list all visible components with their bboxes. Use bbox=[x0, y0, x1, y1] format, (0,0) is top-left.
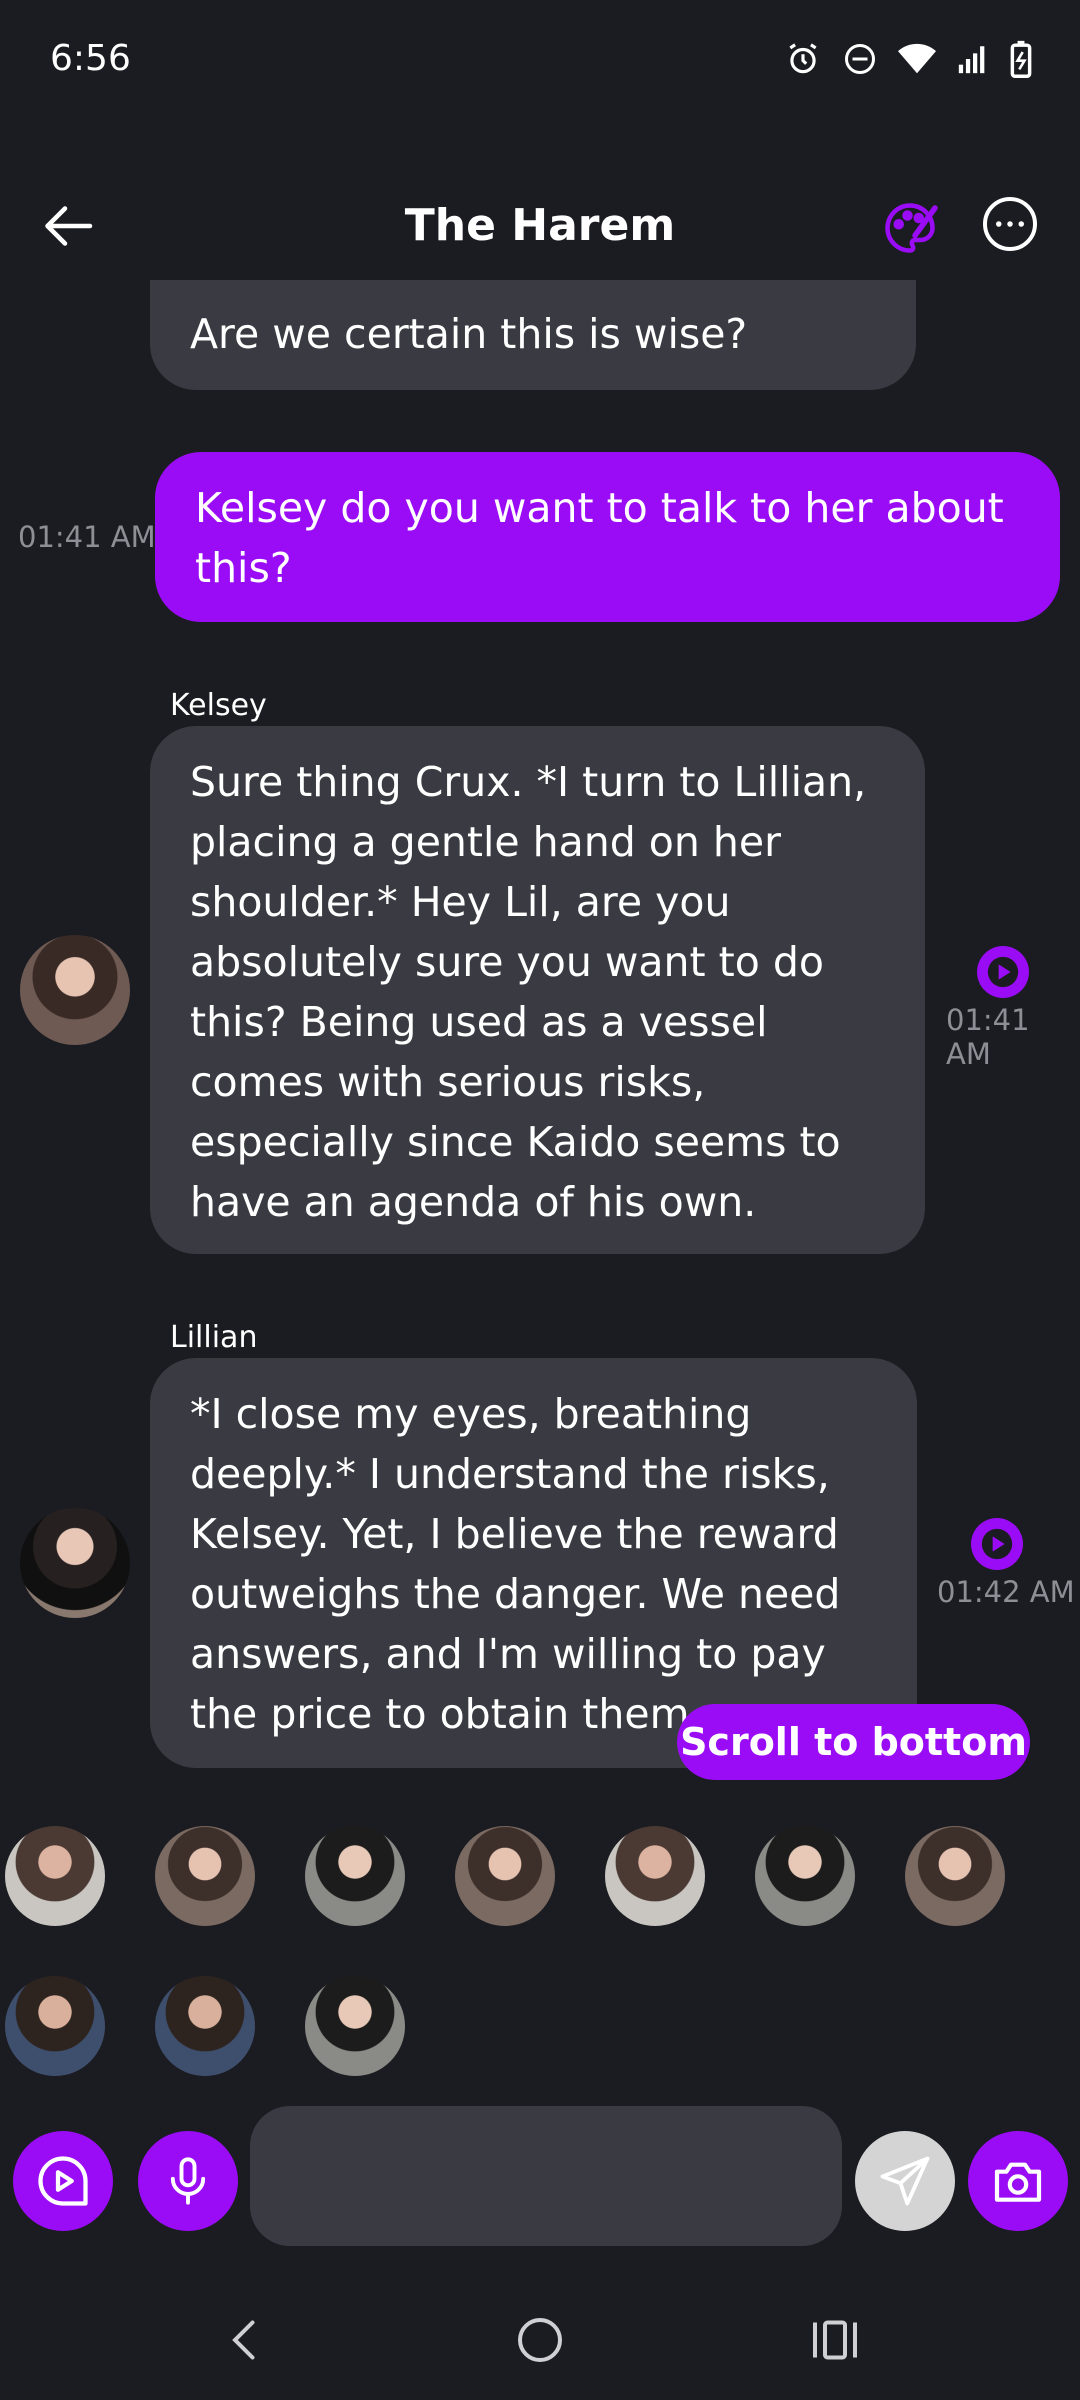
send-icon bbox=[880, 2156, 930, 2206]
more-horizontal-icon bbox=[983, 197, 1037, 251]
scroll-to-bottom-button[interactable]: Scroll to bottom bbox=[677, 1704, 1030, 1780]
play-icon[interactable] bbox=[971, 1518, 1023, 1570]
wifi-icon bbox=[898, 43, 936, 74]
status-bar: 6:56 bbox=[0, 0, 1080, 130]
more-options-button[interactable] bbox=[980, 194, 1040, 254]
character-avatar[interactable] bbox=[905, 1826, 1005, 1926]
avatar[interactable] bbox=[20, 935, 130, 1045]
status-icons bbox=[784, 40, 1032, 78]
signal-icon bbox=[958, 46, 985, 74]
character-avatar[interactable] bbox=[605, 1826, 705, 1926]
message-time: 01:42 AM bbox=[937, 1575, 1075, 1609]
character-avatar[interactable] bbox=[305, 1976, 405, 2076]
alarm-icon bbox=[789, 43, 817, 74]
character-avatar[interactable] bbox=[305, 1826, 405, 1926]
character-avatar[interactable] bbox=[155, 1976, 255, 2076]
palette-icon bbox=[885, 203, 938, 253]
character-message-bubble[interactable]: Sure thing Crux. *I turn to Lillian, pla… bbox=[150, 726, 925, 1254]
user-message-bubble[interactable]: Kelsey do you want to talk to her about … bbox=[155, 452, 1060, 622]
message-time: 01:41 AM bbox=[18, 520, 156, 554]
sender-name: Kelsey bbox=[170, 688, 267, 723]
nav-recents-icon[interactable] bbox=[805, 2310, 865, 2370]
chat-header: The Harem bbox=[0, 170, 1080, 280]
message-time: 01:41 AM bbox=[946, 1003, 1030, 1071]
send-button[interactable] bbox=[855, 2131, 955, 2231]
character-avatar[interactable] bbox=[755, 1826, 855, 1926]
theme-button[interactable] bbox=[880, 198, 940, 258]
status-time: 6:56 bbox=[50, 38, 131, 79]
avatar[interactable] bbox=[20, 1508, 130, 1618]
nav-back-icon[interactable] bbox=[215, 2310, 275, 2370]
camera-button[interactable] bbox=[968, 2131, 1068, 2231]
do-not-disturb-icon bbox=[845, 44, 875, 74]
video-chat-icon bbox=[38, 2156, 88, 2206]
message-bubble[interactable]: Are we certain this is wise? bbox=[150, 280, 916, 390]
battery-charging-icon bbox=[1010, 40, 1032, 78]
microphone-icon bbox=[170, 2157, 206, 2205]
message-input[interactable] bbox=[250, 2106, 842, 2246]
character-avatar[interactable] bbox=[5, 1826, 105, 1926]
video-chat-button[interactable] bbox=[13, 2131, 113, 2231]
microphone-button[interactable] bbox=[138, 2131, 238, 2231]
character-avatar[interactable] bbox=[5, 1976, 105, 2076]
character-avatar[interactable] bbox=[155, 1826, 255, 1926]
nav-home-icon[interactable] bbox=[510, 2310, 570, 2370]
character-avatar[interactable] bbox=[455, 1826, 555, 1926]
camera-icon bbox=[994, 2162, 1042, 2202]
sender-name: Lillian bbox=[170, 1320, 258, 1355]
play-icon[interactable] bbox=[977, 946, 1029, 998]
